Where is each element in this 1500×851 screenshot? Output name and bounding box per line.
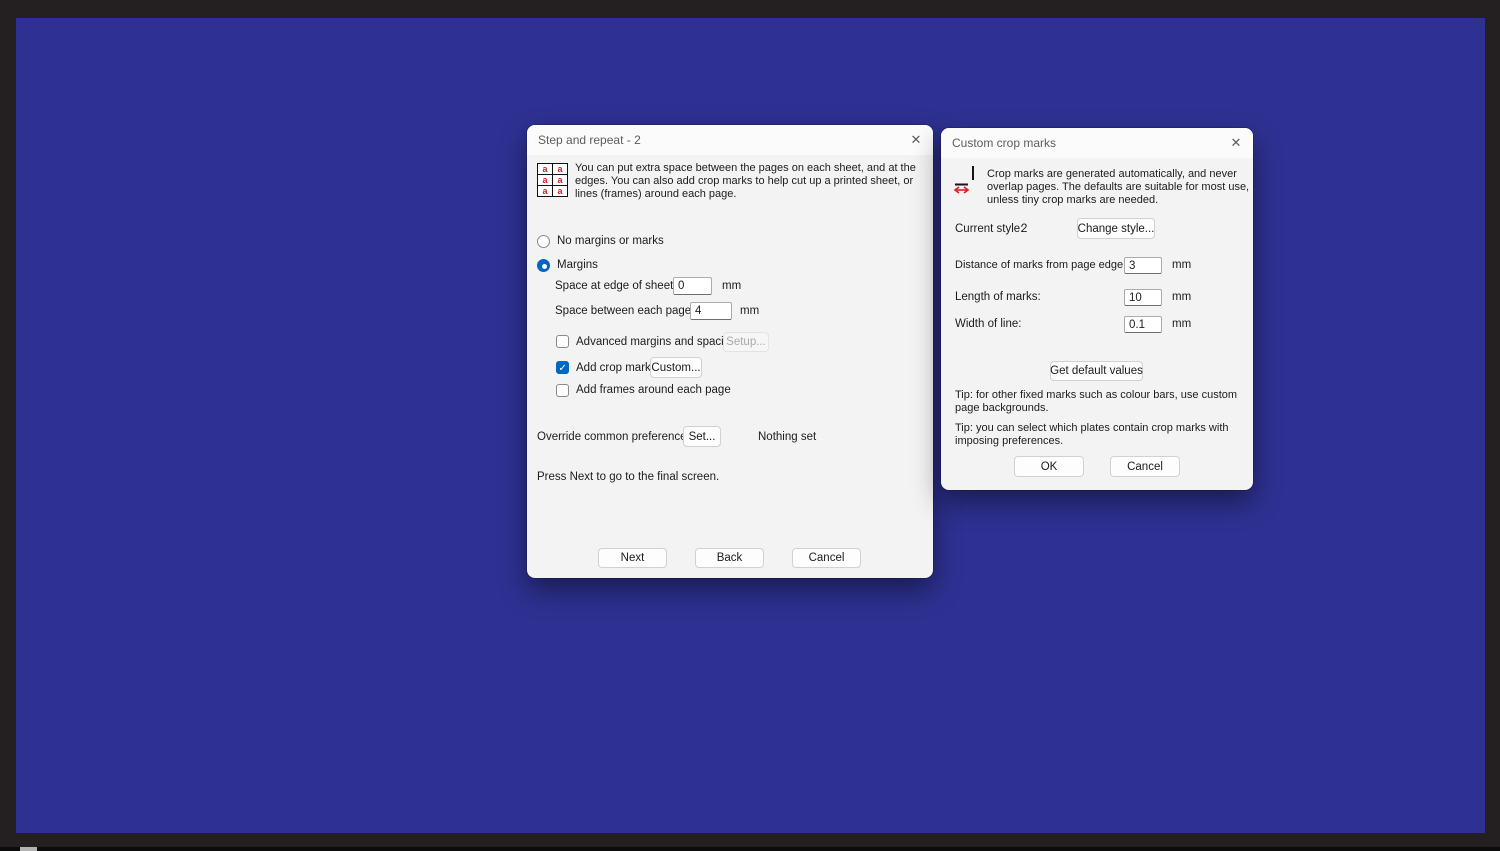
override-status: Nothing set	[758, 430, 817, 443]
checkbox-label[interactable]: Advanced margins and spacing	[576, 336, 736, 348]
page-grid-icon: a a a a a a	[537, 163, 568, 197]
get-default-values-button[interactable]: Get default values	[1050, 361, 1143, 381]
current-style-row: Current style:	[955, 218, 1023, 239]
space-between-row: Space between each page:	[555, 302, 694, 320]
current-style-label: Current style:	[955, 222, 1024, 235]
bottom-edge-strip	[0, 847, 1500, 851]
width-unit: mm	[1172, 318, 1192, 330]
space-between-input[interactable]	[690, 302, 732, 320]
step-dialog-titlebar[interactable]: Step and repeat - 2 ✕	[527, 125, 933, 155]
distance-row: Distance of marks from page edge:	[955, 256, 1126, 274]
page-grid-cell: a	[553, 186, 567, 196]
distance-input[interactable]	[1124, 257, 1162, 274]
checkbox-icon[interactable]	[556, 383, 569, 397]
step-and-repeat-dialog: Step and repeat - 2 ✕ a a a a a a You ca…	[527, 125, 933, 578]
crop-dialog-title: Custom crop marks	[952, 136, 1057, 150]
close-icon[interactable]: ✕	[899, 125, 933, 155]
custom-crop-marks-dialog: Custom crop marks ✕ Crop marks are gener…	[941, 128, 1253, 490]
radio-icon[interactable]	[537, 234, 550, 248]
length-unit: mm	[1172, 291, 1192, 303]
space-edge-unit: mm	[722, 280, 742, 292]
override-status-row: Nothing set	[758, 426, 816, 447]
close-icon[interactable]: ✕	[1219, 128, 1253, 158]
space-between-unit-row: mm	[740, 302, 759, 320]
crop-dialog-titlebar[interactable]: Custom crop marks ✕	[941, 128, 1253, 158]
space-between-unit: mm	[740, 305, 760, 317]
space-between-label: Space between each page:	[555, 305, 695, 317]
radio-label[interactable]: No margins or marks	[557, 235, 664, 247]
width-unit-row: mm	[1172, 315, 1191, 333]
next-button[interactable]: Next	[598, 548, 667, 568]
back-button[interactable]: Back	[695, 548, 764, 568]
checkbox-add-crop-marks[interactable]: Add crop marks	[556, 357, 657, 378]
length-row: Length of marks:	[955, 288, 1041, 306]
checkbox-label[interactable]: Add frames around each page	[576, 384, 731, 396]
space-edge-row: Space at edge of sheet:	[555, 277, 676, 295]
change-style-button[interactable]: Change style...	[1077, 218, 1155, 239]
page-grid-cell: a	[538, 164, 552, 174]
taskbar-fragment	[20, 847, 37, 851]
cancel-button[interactable]: Cancel	[792, 548, 861, 568]
cancel-button[interactable]: Cancel	[1110, 456, 1180, 477]
distance-unit-row: mm	[1172, 256, 1191, 274]
space-edge-input[interactable]	[673, 277, 712, 295]
custom-button[interactable]: Custom...	[650, 357, 702, 378]
override-row: Override common preferences	[537, 426, 692, 447]
page-grid-cell: a	[553, 164, 567, 174]
space-edge-label: Space at edge of sheet:	[555, 280, 677, 292]
radio-margins[interactable]: Margins	[537, 258, 598, 272]
radio-label[interactable]: Margins	[557, 259, 598, 271]
current-style-value: 2	[1021, 222, 1028, 235]
setup-button: Setup...	[723, 332, 769, 352]
crop-dialog-intro: Crop marks are generated automatically, …	[987, 168, 1250, 207]
radio-no-margins[interactable]: No margins or marks	[537, 234, 664, 248]
checkbox-label[interactable]: Add crop marks	[576, 362, 657, 374]
distance-unit: mm	[1172, 259, 1192, 271]
checkbox-add-frames[interactable]: Add frames around each page	[556, 382, 731, 398]
current-style-value-row: 2	[1021, 218, 1027, 239]
length-label: Length of marks:	[955, 291, 1041, 303]
checkbox-icon[interactable]	[556, 361, 569, 375]
width-input[interactable]	[1124, 316, 1162, 333]
page-grid-cell: a	[538, 175, 552, 185]
screen: Step and repeat - 2 ✕ a a a a a a You ca…	[0, 0, 1500, 851]
length-unit-row: mm	[1172, 288, 1191, 306]
page-grid-cell: a	[553, 175, 567, 185]
radio-icon[interactable]	[537, 258, 550, 272]
ok-button[interactable]: OK	[1014, 456, 1084, 477]
distance-label: Distance of marks from page edge:	[955, 259, 1127, 271]
width-row: Width of line:	[955, 315, 1021, 333]
space-edge-unit-row: mm	[722, 277, 741, 295]
width-label: Width of line:	[955, 318, 1022, 330]
step-dialog-intro: You can put extra space between the page…	[575, 162, 916, 201]
tip-colour-bars: Tip: for other fixed marks such as colou…	[955, 389, 1238, 415]
crop-mark-distance-icon	[953, 166, 974, 194]
length-input[interactable]	[1124, 289, 1162, 306]
page-grid-cell: a	[538, 186, 552, 196]
checkbox-icon[interactable]	[556, 335, 569, 348]
set-button[interactable]: Set...	[683, 426, 721, 447]
override-label: Override common preferences	[537, 430, 693, 443]
tip-plates: Tip: you can select which plates contain…	[955, 422, 1229, 448]
step-dialog-title: Step and repeat - 2	[538, 133, 641, 147]
checkbox-advanced-margins[interactable]: Advanced margins and spacing	[556, 331, 736, 352]
footer-note: Press Next to go to the final screen.	[537, 471, 720, 483]
